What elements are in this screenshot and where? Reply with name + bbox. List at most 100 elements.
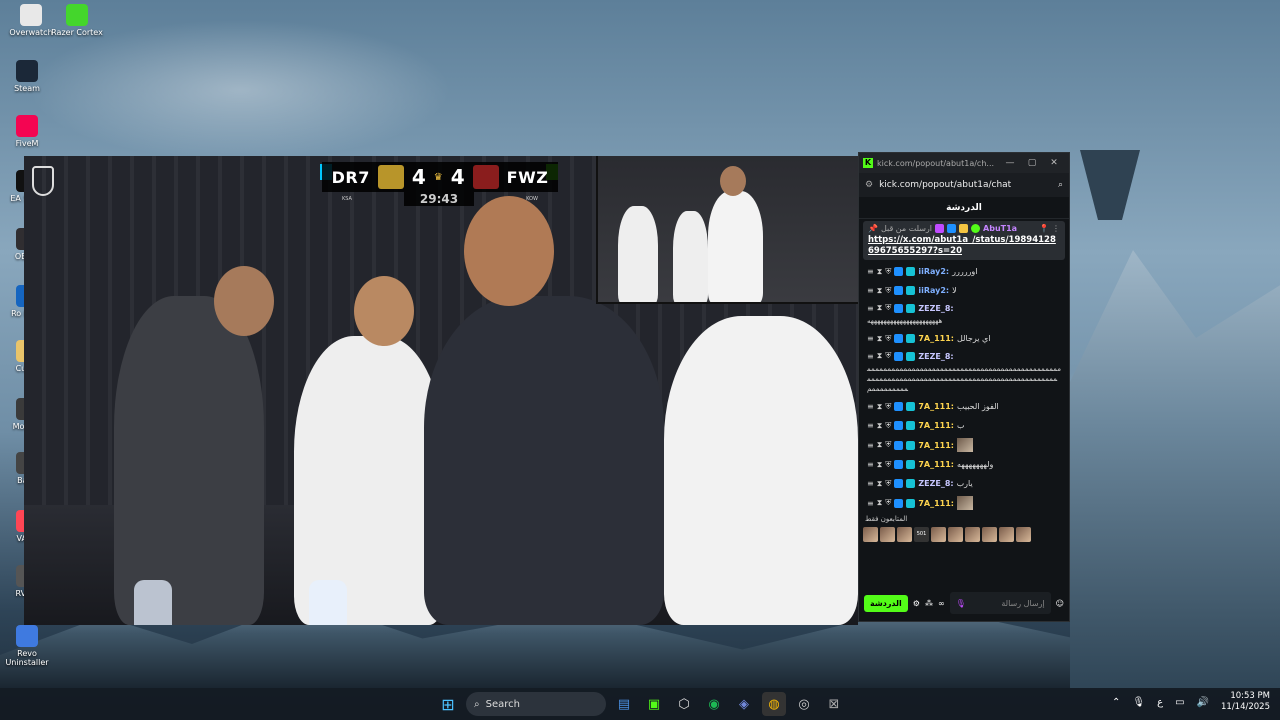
chat-message[interactable]: ≡ ⧗ ⛨ iiRay2: لا — [859, 281, 1069, 300]
timeout-icon[interactable]: ⧗ — [877, 286, 883, 296]
avatar[interactable] — [982, 527, 997, 542]
address-url[interactable]: kick.com/popout/abut1a/chat — [879, 180, 1052, 190]
mod-menu-icon[interactable]: ≡ — [867, 286, 874, 295]
desktop-icon[interactable]: Revo Uninstaller — [0, 625, 54, 667]
mod-menu-icon[interactable]: ≡ — [867, 402, 874, 411]
chat-message[interactable]: ≡ ⧗ ⛨ 7A_111: الفوز الحبيب — [859, 397, 1069, 416]
infinity-icon[interactable]: ∞ — [938, 599, 945, 608]
settings-gear-icon[interactable]: ⚙ — [913, 599, 920, 608]
chat-username[interactable]: iiRay2: — [918, 286, 949, 295]
pinned-user[interactable]: AbuT1a — [983, 224, 1017, 233]
chat-message[interactable]: ≡ ⧗ ⛨ ZEZE_8: ههههههههههههههههههههههه — [859, 300, 1069, 329]
chat-message[interactable]: ≡ ⧗ ⛨ 7A_111: ولهههههههه — [859, 455, 1069, 474]
chat-username[interactable]: 7A_111: — [918, 499, 954, 508]
chat-message[interactable]: ≡ ⧗ ⛨ 7A_111: ب — [859, 416, 1069, 435]
taskbar-search[interactable]: ⌕ Search — [466, 692, 606, 716]
chat-username[interactable]: 7A_111: — [918, 441, 954, 450]
chat-input[interactable]: إرسال رسالة 🎙 — [949, 592, 1051, 614]
more-options-icon[interactable]: ⋮ — [1052, 224, 1060, 233]
chat-message[interactable]: ≡ ⧗ ⛨ ZEZE_8: يارب — [859, 474, 1069, 493]
windows-start-icon[interactable]: ⊞ — [436, 692, 460, 716]
pinned-message[interactable]: 📌 ارسلت من قبل AbuT1a 📍 ⋮ https://x.com/… — [863, 221, 1065, 260]
mic-icon[interactable]: 🎙 — [956, 599, 966, 608]
timeout-icon[interactable]: ⧗ — [877, 402, 883, 412]
epic-games-icon[interactable]: ⬡ — [672, 692, 696, 716]
network-icon[interactable]: ▭ — [1175, 697, 1184, 708]
chat-username[interactable]: 7A_111: — [918, 460, 954, 469]
stream-video[interactable]: DR7 4 ♛ 4 FWZ KSA 29:43 KOW — [24, 156, 858, 625]
terminal-icon[interactable]: ⊠ — [822, 692, 846, 716]
chat-username[interactable]: ZEZE_8: — [918, 479, 953, 488]
maximize-icon[interactable]: ▢ — [1021, 158, 1043, 168]
desktop-icon[interactable]: FiveM — [0, 115, 54, 148]
chat-username[interactable]: ZEZE_8: — [918, 352, 953, 361]
timeout-icon[interactable]: ⧗ — [877, 498, 883, 508]
chat-message[interactable]: ≡ ⧗ ⛨ iiRay2: اوررررر — [859, 262, 1069, 281]
chat-message[interactable]: ≡ ⧗ ⛨ 7A_111: — [859, 493, 1069, 513]
mod-menu-icon[interactable]: ≡ — [867, 460, 874, 469]
shield-icon[interactable]: ⛨ — [885, 479, 891, 489]
avatar[interactable] — [965, 527, 980, 542]
timeout-icon[interactable]: ⧗ — [877, 351, 883, 361]
shield-icon[interactable]: ⛨ — [885, 303, 891, 313]
minimize-icon[interactable]: — — [999, 158, 1021, 168]
shield-icon[interactable]: ⛨ — [885, 421, 891, 431]
shield-icon[interactable]: ⛨ — [885, 286, 891, 296]
search-icon[interactable]: ⌕ — [1058, 180, 1063, 190]
mod-menu-icon[interactable]: ≡ — [867, 479, 874, 488]
spotify-icon[interactable]: ◉ — [702, 692, 726, 716]
emoji-icon[interactable]: ☺ — [1056, 599, 1064, 608]
chat-username[interactable]: 7A_111: — [918, 421, 954, 430]
avatar[interactable] — [863, 527, 878, 542]
timeout-icon[interactable]: ⧗ — [877, 334, 883, 344]
language-indicator[interactable]: ع — [1157, 697, 1163, 708]
mod-menu-icon[interactable]: ≡ — [867, 267, 874, 276]
chat-composer[interactable]: الدردشة ⚙ ⁂ ∞ إرسال رسالة 🎙 ☺ — [859, 591, 1069, 615]
mod-menu-icon[interactable]: ≡ — [867, 421, 874, 430]
chat-username[interactable]: ZEZE_8: — [918, 304, 953, 313]
chat-username[interactable]: iiRay2: — [918, 267, 949, 276]
shield-icon[interactable]: ⛨ — [885, 402, 891, 412]
taskbar-clock[interactable]: 10:53 PM 11/14/2025 — [1221, 691, 1270, 713]
shield-icon[interactable]: ⛨ — [885, 334, 891, 344]
avatar[interactable] — [1016, 527, 1031, 542]
chrome-icon[interactable]: ◍ — [762, 692, 786, 716]
avatar[interactable] — [931, 527, 946, 542]
desktop-icon[interactable]: Razer Cortex — [50, 4, 104, 37]
shield-icon[interactable]: ⛨ — [885, 351, 891, 361]
file-explorer-icon[interactable]: ▤ — [612, 692, 636, 716]
timeout-icon[interactable]: ⧗ — [877, 440, 883, 450]
volume-icon[interactable]: 🔊 — [1197, 697, 1209, 708]
site-settings-icon[interactable]: ⚙ — [865, 180, 873, 190]
chat-username[interactable]: 7A_111: — [918, 402, 954, 411]
chat-message-list[interactable]: ≡ ⧗ ⛨ iiRay2: اوررررر ≡ ⧗ ⛨ iiRay2: لا ≡ ⧗ ⛨ ZEZE_8: ه… — [859, 262, 1069, 513]
send-chat-button[interactable]: الدردشة — [864, 594, 908, 612]
timeout-icon[interactable]: ⧗ — [877, 267, 883, 277]
mod-menu-icon[interactable]: ≡ — [867, 441, 874, 450]
chat-window-titlebar[interactable]: K kick.com/popout/abut1a/ch... — ▢ ✕ — [859, 153, 1069, 173]
mod-menu-icon[interactable]: ≡ — [867, 304, 874, 313]
chat-message[interactable]: ≡ ⧗ ⛨ ZEZE_8: مممممممممممممممممممممممممممممم… — [859, 348, 1069, 397]
avatar[interactable] — [897, 527, 912, 542]
discord-icon[interactable]: ◈ — [732, 692, 756, 716]
kick-chat-window[interactable]: K kick.com/popout/abut1a/ch... — ▢ ✕ ⚙ k… — [858, 152, 1070, 622]
users-icon[interactable]: ⁂ — [925, 599, 933, 608]
chat-message[interactable]: ≡ ⧗ ⛨ 7A_111: اي يرجالل — [859, 329, 1069, 348]
close-icon[interactable]: ✕ — [1043, 158, 1065, 168]
shield-icon[interactable]: ⛨ — [885, 267, 891, 277]
timeout-icon[interactable]: ⧗ — [877, 460, 883, 470]
minecraft-icon[interactable]: ▣ — [642, 692, 666, 716]
microphone-icon[interactable]: 🎙 — [1132, 697, 1145, 708]
mod-menu-icon[interactable]: ≡ — [867, 352, 874, 361]
mod-menu-icon[interactable]: ≡ — [867, 334, 874, 343]
shield-icon[interactable]: ⛨ — [885, 498, 891, 508]
avatar[interactable] — [948, 527, 963, 542]
timeout-icon[interactable]: ⧗ — [877, 303, 883, 313]
chat-username[interactable]: 7A_111: — [918, 334, 954, 343]
avatar[interactable] — [999, 527, 1014, 542]
steam-taskbar-icon[interactable]: ◎ — [792, 692, 816, 716]
show-hidden-icons-icon[interactable]: ⌃ — [1112, 697, 1120, 708]
pin-toggle-icon[interactable]: 📍 — [1039, 224, 1049, 233]
address-bar[interactable]: ⚙ kick.com/popout/abut1a/chat ⌕ — [859, 173, 1069, 197]
avatar[interactable] — [880, 527, 895, 542]
